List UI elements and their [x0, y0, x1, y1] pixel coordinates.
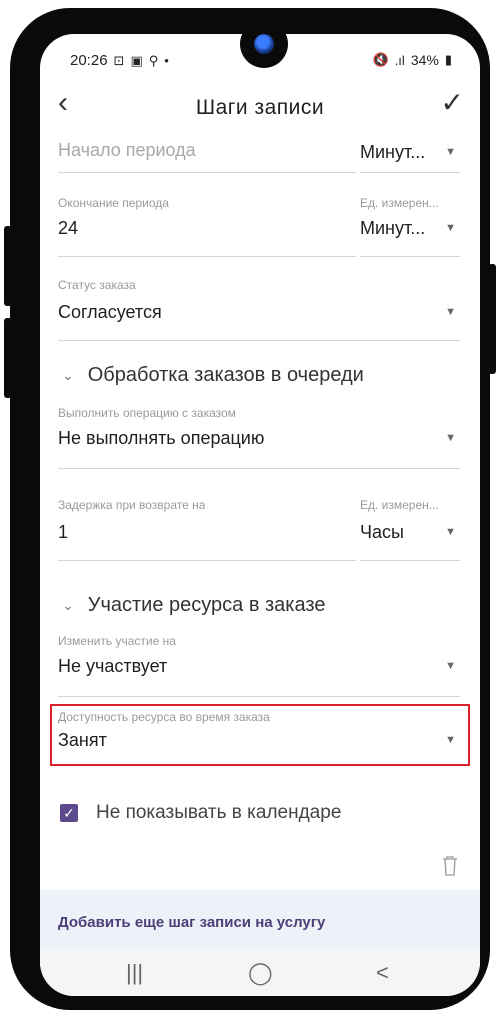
section-resource-header[interactable]: ⌄ Участие ресурса в заказе — [62, 594, 325, 617]
section-queue-title: Обработка заказов в очереди — [87, 364, 364, 386]
system-nav-bar: ||| ◯ < — [40, 950, 480, 996]
chevron-down-icon: ⌄ — [62, 597, 74, 613]
highlight-box — [50, 704, 470, 766]
hide-in-calendar-checkbox[interactable]: ✓ Не показывать в календаре — [60, 802, 341, 824]
period-start-field[interactable]: Начало периода — [58, 134, 356, 173]
period-start-placeholder: Начало периода — [58, 140, 196, 160]
chevron-down-icon: ⌄ — [62, 367, 74, 383]
period-start-unit-select[interactable]: Минут... ▼ — [360, 134, 460, 173]
period-end-unit-label: Ед. измерен... — [360, 196, 439, 210]
chevron-down-icon: ▼ — [445, 306, 456, 318]
return-delay-unit-label: Ед. измерен... — [360, 498, 439, 512]
chevron-down-icon: ▼ — [445, 660, 456, 672]
period-end-unit-select[interactable]: Ед. измерен... Минут... ▼ — [360, 196, 460, 257]
participation-value: Не участвует — [58, 656, 168, 676]
home-icon[interactable]: ◯ — [248, 960, 273, 986]
participation-label: Изменить участие на — [58, 634, 176, 648]
return-delay-unit-value: Часы — [360, 522, 404, 542]
phone-frame: 20:26 ⊡ ▣ ⚲ • 🔇 .ıl 34% ▮ ‹ Шаги записи … — [4, 8, 496, 1010]
trash-icon[interactable] — [442, 856, 458, 876]
participation-select[interactable]: Изменить участие на Не участвует ▼ — [58, 634, 460, 697]
screenshot-icon: ⊡ — [113, 52, 125, 68]
period-end-field[interactable]: Окончание периода 24 — [58, 196, 356, 257]
side-button-left-upper — [4, 226, 12, 306]
back-icon[interactable]: < — [376, 960, 389, 986]
recent-apps-icon[interactable]: ||| — [126, 960, 143, 986]
order-status-label: Статус заказа — [58, 278, 136, 292]
chevron-down-icon: ▼ — [445, 146, 456, 158]
app-bar: ‹ Шаги записи ✓ — [40, 78, 480, 134]
section-queue-header[interactable]: ⌄ Обработка заказов в очереди — [62, 364, 364, 387]
check-icon[interactable]: ✓ — [441, 86, 464, 119]
period-start-unit-value: Минут... — [360, 142, 426, 162]
front-camera — [240, 20, 288, 68]
checkbox-checked-icon[interactable]: ✓ — [60, 804, 78, 822]
period-end-value: 24 — [58, 218, 79, 238]
dot-icon: • — [164, 53, 169, 68]
order-status-value: Согласуется — [58, 302, 162, 322]
queue-operation-value: Не выполнять операцию — [58, 428, 265, 448]
queue-operation-label: Выполнить операцию с заказом — [58, 406, 236, 420]
chevron-down-icon: ▼ — [445, 526, 456, 538]
section-resource-title: Участие ресурса в заказе — [87, 594, 326, 616]
screen: 20:26 ⊡ ▣ ⚲ • 🔇 .ıl 34% ▮ ‹ Шаги записи … — [40, 34, 480, 996]
return-delay-label: Задержка при возврате на — [58, 498, 206, 512]
return-delay-value: 1 — [58, 522, 69, 542]
queue-operation-select[interactable]: Выполнить операцию с заказом Не выполнят… — [58, 406, 460, 469]
return-delay-unit-select[interactable]: Ед. измерен... Часы ▼ — [360, 498, 460, 561]
mute-icon: 🔇 — [372, 52, 389, 67]
chevron-down-icon: ▼ — [445, 222, 456, 234]
search-icon: ⚲ — [148, 52, 159, 68]
battery-icon: ▮ — [444, 52, 452, 67]
chevron-down-icon: ▼ — [445, 432, 456, 444]
order-status-select[interactable]: Статус заказа Согласуется ▼ — [58, 278, 460, 341]
period-end-label: Окончание периода — [58, 196, 169, 210]
4g-signal-icon: .ıl — [394, 52, 405, 68]
add-step-button[interactable]: Добавить еще шаг записи на услугу — [40, 890, 480, 950]
status-time: 20:26 — [70, 52, 108, 69]
period-end-unit-value: Минут... — [360, 218, 426, 238]
form-content: Начало периода Минут... ▼ Окончание пери… — [40, 134, 480, 964]
return-delay-field[interactable]: Задержка при возврате на 1 — [58, 498, 356, 561]
page-title: Шаги записи — [195, 96, 325, 119]
side-button-right — [488, 264, 496, 374]
gallery-icon: ▣ — [130, 52, 143, 68]
side-button-left-lower — [4, 318, 12, 398]
add-step-label: Добавить еще шаг записи на услугу — [58, 914, 326, 931]
battery-percent: 34% — [410, 52, 439, 68]
hide-in-calendar-label: Не показывать в календаре — [96, 802, 342, 823]
